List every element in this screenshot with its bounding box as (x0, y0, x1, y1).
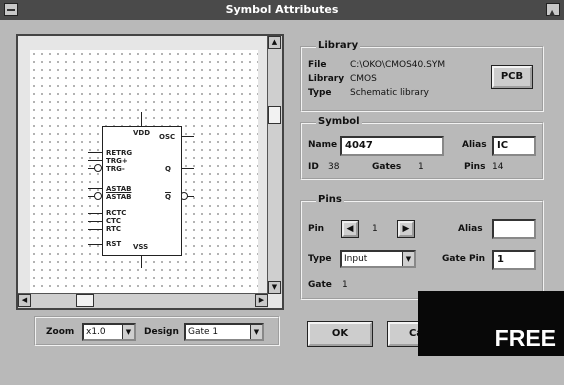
library-value: CMOS (350, 74, 377, 84)
gate-pin-input[interactable]: 1 (492, 250, 536, 270)
pin-label: VSS (133, 243, 149, 251)
dropdown-arrow-icon[interactable]: ▼ (402, 252, 414, 266)
vertical-scrollbar[interactable]: ▲ ▼ (267, 36, 282, 294)
window-title: Symbol Attributes (225, 3, 339, 16)
pin-label: RETRG (106, 149, 133, 157)
horizontal-scrollbar[interactable]: ◀ ▶ (18, 293, 268, 308)
scroll-right-arrow-icon[interactable]: ▶ (255, 294, 268, 307)
symbol-canvas[interactable]: VDD RETRG TRG+ TRG- OSC Q Q ASTAB ASTAB … (30, 50, 258, 294)
pin-lead-rctc (88, 213, 102, 214)
pin-label: Q (165, 165, 171, 173)
file-label: File (308, 60, 327, 70)
symbol-preview-pane: VDD RETRG TRG+ TRG- OSC Q Q ASTAB ASTAB … (16, 34, 284, 310)
dropdown-arrow-icon[interactable]: ▼ (250, 325, 262, 339)
pin-label: VDD (133, 129, 151, 137)
pin-lead-osc (180, 136, 194, 137)
pin-label: RST (106, 240, 122, 248)
pin-lead-vss (141, 254, 142, 268)
pcb-button[interactable]: PCB (492, 66, 532, 88)
pin-alias-label: Alias (458, 224, 483, 234)
gate-label: Gate (308, 280, 332, 290)
pin-label: TRG+ (106, 157, 128, 165)
pin-label: OSC (159, 133, 176, 141)
pin-lead-q (180, 168, 194, 169)
design-value: Gate 1 (188, 327, 219, 337)
pin-label: RTC (106, 225, 121, 233)
alias-label: Alias (462, 140, 487, 150)
id-label: ID (308, 162, 319, 172)
next-pin-button[interactable]: ▶ (398, 221, 414, 237)
pin-alias-input[interactable] (492, 219, 536, 239)
library-group-title: Library (316, 40, 361, 51)
file-value: C:\OKO\CMOS40.SYM (350, 60, 446, 70)
title-bar: Symbol Attributes (0, 0, 564, 23)
free-watermark-banner: FREE (418, 291, 564, 356)
scroll-up-arrow-icon[interactable]: ▲ (268, 36, 281, 49)
gates-value: 1 (418, 162, 424, 172)
pins-group-title: Pins (316, 194, 344, 205)
pin-type-select[interactable]: Input ▼ (340, 250, 416, 268)
type-value: Schematic library (350, 88, 429, 98)
symbol-group: Symbol Name 4047 Alias IC ID 38 Gates 1 … (300, 116, 544, 180)
pin-number: 1 (372, 224, 378, 234)
pin-label: TRG- (106, 165, 125, 173)
vertical-scroll-thumb[interactable] (268, 106, 281, 124)
ok-button[interactable]: OK (308, 322, 372, 346)
pin-lead-rst (88, 244, 102, 245)
design-select[interactable]: Gate 1 ▼ (184, 323, 264, 341)
pin-label: Q (165, 193, 171, 201)
inversion-bubble (94, 164, 102, 172)
dropdown-arrow-icon[interactable]: ▼ (122, 325, 134, 339)
pin-label: ASTAB (106, 185, 132, 193)
previous-pin-button[interactable]: ◀ (342, 221, 358, 237)
symbol-group-title: Symbol (316, 116, 362, 127)
pins-value: 14 (492, 162, 504, 172)
name-label: Name (308, 140, 338, 150)
pin-lead-retrg (88, 152, 102, 153)
scroll-down-arrow-icon[interactable]: ▼ (268, 281, 281, 294)
pins-group: Pins Pin ◀ 1 ▶ Alias Type Input ▼ Gate P… (300, 194, 544, 300)
pin-lead-trg-plus (88, 160, 102, 161)
scroll-left-arrow-icon[interactable]: ◀ (18, 294, 31, 307)
pin-label: ASTAB (106, 193, 132, 201)
pin-type-label: Type (308, 254, 332, 264)
zoom-value: x1.0 (86, 327, 106, 337)
name-input[interactable]: 4047 (340, 136, 444, 156)
id-value: 38 (328, 162, 340, 172)
pin-lead-vdd (141, 112, 142, 126)
pin-lead-astab (88, 188, 102, 189)
zoom-select[interactable]: x1.0 ▼ (82, 323, 136, 341)
ic-symbol-body: VDD RETRG TRG+ TRG- OSC Q Q ASTAB ASTAB … (102, 126, 182, 256)
gates-label: Gates (372, 162, 402, 172)
maximize-button[interactable] (546, 3, 560, 23)
pin-label: RCTC (106, 209, 127, 217)
inversion-bubble (94, 192, 102, 200)
gate-value: 1 (342, 280, 348, 290)
pin-label: CTC (106, 217, 122, 225)
design-label: Design (144, 327, 179, 337)
type-label: Type (308, 88, 332, 98)
horizontal-scroll-thumb[interactable] (76, 294, 94, 307)
view-controls-group: Zoom x1.0 ▼ Design Gate 1 ▼ (34, 316, 280, 346)
pin-lead-rtc (88, 229, 102, 230)
library-label: Library (308, 74, 345, 84)
gate-pin-label: Gate Pin (442, 254, 486, 264)
pin-label: Pin (308, 224, 325, 234)
pin-type-value: Input (344, 254, 368, 264)
pin-lead-ctc (88, 221, 102, 222)
pins-label: Pins (464, 162, 486, 172)
alias-input[interactable]: IC (492, 136, 536, 156)
library-group: Library File C:\OKO\CMOS40.SYM Library C… (300, 40, 544, 112)
system-menu-button[interactable] (4, 3, 18, 16)
zoom-label: Zoom (46, 327, 75, 337)
